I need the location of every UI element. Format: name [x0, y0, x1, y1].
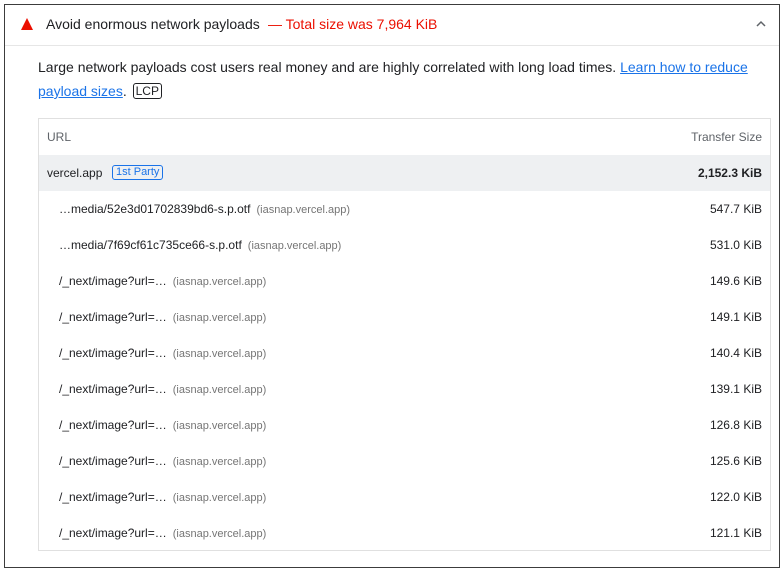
- resource-transfer-size: 149.1 KiB: [709, 310, 762, 324]
- resource-path[interactable]: /_next/image?url=…: [59, 418, 167, 432]
- resource-host: (iasnap.vercel.app): [172, 420, 267, 432]
- resource-host: (iasnap.vercel.app): [172, 492, 267, 504]
- resource-path[interactable]: /_next/image?url=…: [59, 526, 167, 540]
- resource-host: (iasnap.vercel.app): [172, 312, 267, 324]
- resource-url[interactable]: …media/7f69cf61c735ce66-s.p.otf (iasnap.v…: [59, 238, 341, 252]
- resource-transfer-size: 140.4 KiB: [709, 346, 762, 360]
- resource-host: (iasnap.vercel.app): [172, 384, 267, 396]
- column-header-transfer-size: Transfer Size: [691, 130, 762, 144]
- resource-url[interactable]: /_next/image?url=… (iasnap.vercel.app): [59, 274, 266, 288]
- table-row: /_next/image?url=… (iasnap.vercel.app) 122…: [39, 479, 770, 515]
- resource-url[interactable]: /_next/image?url=… (iasnap.vercel.app): [59, 454, 266, 468]
- resource-path[interactable]: /_next/image?url=…: [59, 346, 167, 360]
- audit-description: Large network payloads cost users real m…: [38, 55, 758, 103]
- resource-host: (iasnap.vercel.app): [172, 456, 267, 468]
- payload-table: URL Transfer Size vercel.app 1st Party 2…: [38, 118, 771, 551]
- table-row: …media/52e3d01702839bd6-s.p.otf (iasnap.v…: [39, 191, 770, 227]
- table-row: /_next/image?url=… (iasnap.vercel.app) 149…: [39, 263, 770, 299]
- resource-transfer-size: 547.7 KiB: [709, 202, 762, 216]
- table-header: URL Transfer Size: [39, 119, 770, 155]
- table-row: /_next/image?url=… (iasnap.vercel.app) 125…: [39, 443, 770, 479]
- resource-host: (iasnap.vercel.app): [172, 276, 267, 288]
- resource-path[interactable]: /_next/image?url=…: [59, 454, 167, 468]
- first-party-badge: 1st Party: [112, 165, 164, 180]
- table-rows: …media/52e3d01702839bd6-s.p.otf (iasnap.v…: [39, 191, 770, 551]
- resource-path[interactable]: …media/52e3d01702839bd6-s.p.otf: [59, 202, 250, 216]
- resource-path[interactable]: /_next/image?url=…: [59, 490, 167, 504]
- audit-display-value: — Total size was 7,964 KiB: [268, 16, 438, 32]
- resource-transfer-size: 121.1 KiB: [709, 526, 762, 540]
- resource-url[interactable]: /_next/image?url=… (iasnap.vercel.app): [59, 310, 266, 324]
- warning-triangle-icon: [21, 18, 33, 30]
- resource-host: (iasnap.vercel.app): [172, 528, 267, 540]
- table-row: /_next/image?url=… (iasnap.vercel.app) 149…: [39, 299, 770, 335]
- resource-url[interactable]: …media/52e3d01702839bd6-s.p.otf (iasnap.v…: [59, 202, 350, 216]
- entity-transfer-size: 2,152.3 KiB: [697, 166, 762, 180]
- description-text: Large network payloads cost users real m…: [38, 59, 621, 75]
- resource-url[interactable]: /_next/image?url=… (iasnap.vercel.app): [59, 382, 266, 396]
- table-row: /_next/image?url=… (iasnap.vercel.app) 121…: [39, 515, 770, 551]
- table-row: /_next/image?url=… (iasnap.vercel.app) 126…: [39, 407, 770, 443]
- audit-header[interactable]: Avoid enormous network payloads — Total …: [5, 5, 779, 46]
- description-after-link: .: [122, 83, 127, 99]
- resource-transfer-size: 122.0 KiB: [709, 490, 762, 504]
- table-row: /_next/image?url=… (iasnap.vercel.app) 139…: [39, 371, 770, 407]
- resource-path[interactable]: /_next/image?url=…: [59, 382, 167, 396]
- column-header-url: URL: [47, 130, 72, 144]
- chevron-up-icon[interactable]: [753, 16, 769, 32]
- resource-path[interactable]: /_next/image?url=…: [59, 310, 167, 324]
- resource-path[interactable]: …media/7f69cf61c735ce66-s.p.otf: [59, 238, 242, 252]
- resource-url[interactable]: /_next/image?url=… (iasnap.vercel.app): [59, 418, 266, 432]
- entity-group-row: vercel.app 1st Party 2,152.3 KiB: [39, 155, 770, 191]
- resource-transfer-size: 149.6 KiB: [709, 274, 762, 288]
- resource-transfer-size: 125.6 KiB: [709, 454, 762, 468]
- resource-host: (iasnap.vercel.app): [256, 204, 351, 216]
- lcp-metric-tag: LCP: [132, 83, 162, 99]
- resource-transfer-size: 126.8 KiB: [709, 418, 762, 432]
- resource-path[interactable]: /_next/image?url=…: [59, 274, 167, 288]
- resource-url[interactable]: /_next/image?url=… (iasnap.vercel.app): [59, 526, 266, 540]
- entity-name: vercel.app: [47, 166, 103, 180]
- resource-transfer-size: 139.1 KiB: [709, 382, 762, 396]
- resource-host: (iasnap.vercel.app): [172, 348, 267, 360]
- audit-panel: Avoid enormous network payloads — Total …: [4, 4, 780, 568]
- resource-url[interactable]: /_next/image?url=… (iasnap.vercel.app): [59, 490, 266, 504]
- resource-transfer-size: 531.0 KiB: [709, 238, 762, 252]
- resource-host: (iasnap.vercel.app): [247, 240, 342, 252]
- table-row: /_next/image?url=… (iasnap.vercel.app) 140…: [39, 335, 770, 371]
- resource-url[interactable]: /_next/image?url=… (iasnap.vercel.app): [59, 346, 266, 360]
- audit-title: Avoid enormous network payloads: [46, 16, 260, 32]
- table-row: …media/7f69cf61c735ce66-s.p.otf (iasnap.v…: [39, 227, 770, 263]
